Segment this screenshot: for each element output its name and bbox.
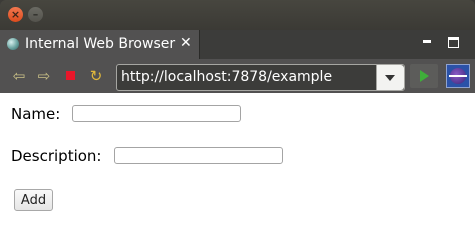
refresh-icon[interactable]: ↻ xyxy=(88,68,104,84)
tab-title: Internal Web Browser xyxy=(25,36,176,52)
description-field[interactable] xyxy=(114,147,283,164)
description-label: Description: xyxy=(11,147,102,165)
minimize-icon: – xyxy=(32,8,39,21)
tab-internal-web-browser[interactable]: Internal Web Browser ✕ xyxy=(0,30,200,59)
title-bar: × – xyxy=(0,0,475,30)
name-field[interactable] xyxy=(72,105,241,122)
view-maximize-icon[interactable] xyxy=(448,37,459,48)
stop-icon[interactable] xyxy=(62,68,78,84)
globe-icon xyxy=(7,38,19,50)
eclipse-button[interactable] xyxy=(446,64,470,88)
close-icon: × xyxy=(10,8,21,21)
name-label: Name: xyxy=(11,105,61,123)
window-minimize-button[interactable]: – xyxy=(28,7,43,22)
url-history-dropdown[interactable] xyxy=(376,65,404,90)
window-close-button[interactable]: × xyxy=(8,7,23,22)
chevron-down-icon xyxy=(385,75,395,81)
back-arrow-icon[interactable]: ⇦ xyxy=(11,68,27,84)
go-button[interactable] xyxy=(410,64,438,88)
tab-bar: Internal Web Browser ✕ xyxy=(0,30,475,59)
browser-window: × – Internal Web Browser ✕ ⇦ ⇨ ↻ http://… xyxy=(0,0,475,250)
browser-toolbar: ⇦ ⇨ ↻ xyxy=(0,59,475,93)
add-button[interactable]: Add xyxy=(14,189,53,211)
url-bar xyxy=(116,64,405,91)
tab-close-icon[interactable]: ✕ xyxy=(180,35,192,51)
view-minimize-icon[interactable] xyxy=(423,40,431,43)
go-icon xyxy=(420,70,429,82)
page-content: Name: Description: Add xyxy=(0,93,475,250)
forward-arrow-icon[interactable]: ⇨ xyxy=(36,68,52,84)
url-input[interactable] xyxy=(121,67,375,87)
